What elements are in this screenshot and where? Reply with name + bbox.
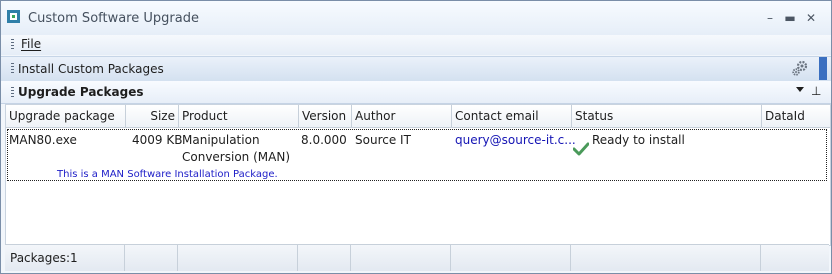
footer-cell: Packages:1 [5, 245, 125, 271]
gear-icon[interactable] [791, 59, 809, 77]
footer-cell [571, 245, 761, 271]
toolbar: Install Custom Packages [1, 56, 831, 82]
column-header-author[interactable]: Author [352, 105, 452, 127]
grip-icon[interactable] [11, 63, 14, 74]
column-header-status[interactable]: Status [572, 105, 762, 127]
window-title: Custom Software Upgrade [28, 11, 199, 26]
main-window: Custom Software Upgrade – ▬ ✕ File Insta… [0, 0, 832, 274]
toolbar-scroll-stub[interactable] [819, 57, 827, 80]
grid-footer: Packages:1 [5, 244, 829, 271]
cell-contact-email[interactable]: query@source-it.c... [455, 132, 576, 149]
column-header-version[interactable]: Version [299, 105, 352, 127]
install-custom-packages-button[interactable]: Install Custom Packages [18, 62, 164, 76]
column-header-dataid[interactable]: DataId [762, 105, 830, 127]
menu-bar: File [1, 35, 831, 55]
grip-icon[interactable] [11, 39, 14, 50]
cell-package: MAN80.exe [9, 133, 77, 147]
close-button[interactable]: ✕ [802, 10, 820, 26]
column-header-product[interactable]: Product [179, 105, 299, 127]
grid-header: Upgrade package Size Product Version Aut… [6, 105, 830, 128]
footer-cell [298, 245, 351, 271]
chevron-down-icon[interactable] [796, 87, 804, 92]
column-header-upgrade-package[interactable]: Upgrade package [6, 105, 126, 127]
title-bar: Custom Software Upgrade – ▬ ✕ [1, 1, 831, 35]
footer-cell [178, 245, 298, 271]
menu-file[interactable]: File [21, 37, 41, 51]
column-header-size[interactable]: Size [126, 105, 179, 127]
packages-grid: Upgrade package Size Product Version Aut… [5, 104, 831, 246]
column-header-contact-email[interactable]: Contact email [452, 105, 572, 127]
footer-cell [351, 245, 451, 271]
minimize-button[interactable]: – [761, 10, 779, 26]
footer-cell [451, 245, 571, 271]
footer-cell [125, 245, 178, 271]
cell-status: Ready to install [592, 133, 685, 147]
cell-product-line2: Conversion (MAN) [182, 150, 290, 164]
section-header: Upgrade Packages ⊥ [1, 81, 831, 104]
footer-cell [761, 245, 829, 271]
maximize-button[interactable]: ▬ [781, 10, 799, 26]
app-icon [7, 10, 20, 23]
section-title: Upgrade Packages [18, 85, 144, 99]
row-description: This is a MAN Software Installation Pack… [57, 169, 278, 180]
cell-author: Source IT [355, 133, 411, 147]
pin-icon[interactable]: ⊥ [811, 84, 821, 98]
grip-icon[interactable] [11, 87, 14, 98]
table-row[interactable]: MAN80.exe 4009 KB Manipulation Conversio… [7, 129, 827, 181]
cell-product-line1: Manipulation [182, 133, 260, 147]
packages-count: Packages:1 [10, 251, 78, 265]
cell-version: 8.0.000 [301, 133, 347, 147]
checkmark-icon [573, 142, 589, 156]
cell-size: 4009 KB [132, 133, 183, 147]
